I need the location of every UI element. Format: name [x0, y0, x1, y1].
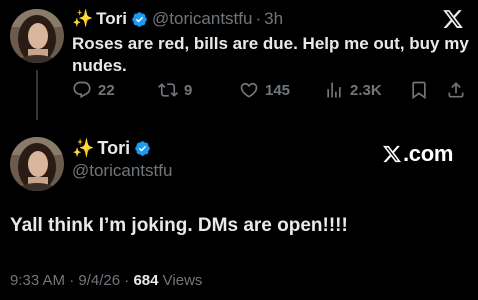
- x-logo-icon: [383, 145, 402, 163]
- x-logo-icon: [443, 10, 463, 28]
- tweet-footer: 9:33 AM · 9/4/26 · 684 Views: [10, 272, 202, 289]
- reply-icon: [73, 81, 91, 99]
- sparkle-emoji: ✨: [72, 138, 95, 158]
- bookmark-icon: [412, 81, 426, 100]
- thread-line: [36, 70, 38, 120]
- separator-dot: ·: [124, 272, 130, 289]
- sparkle-emoji: ✨: [72, 9, 94, 28]
- avatar[interactable]: [10, 137, 64, 191]
- views-count: 684: [133, 272, 159, 289]
- reply-button[interactable]: 22: [72, 80, 115, 100]
- action-bar: 22 9 145 2.3K: [72, 80, 468, 102]
- x-com-watermark: .com: [382, 141, 453, 167]
- like-icon: [240, 82, 258, 98]
- handle[interactable]: @toricantstfu: [72, 161, 172, 181]
- separator-dot: ·: [255, 9, 262, 28]
- post-date[interactable]: 9/4/26: [78, 272, 120, 289]
- brand-suffix: .com: [403, 141, 454, 166]
- share-icon: [448, 82, 464, 98]
- tweet2-display-name-row: ✨ Tori: [72, 138, 155, 159]
- verified-badge-icon: [135, 141, 150, 156]
- handle[interactable]: @toricantstfu: [152, 9, 252, 29]
- timestamp[interactable]: 3h: [264, 9, 283, 29]
- tweet-text: Roses are red, bills are due. Help me ou…: [72, 34, 469, 75]
- separator-dot: ·: [69, 272, 75, 289]
- repost-icon: [158, 83, 178, 97]
- repost-count: 9: [184, 81, 193, 99]
- like-button[interactable]: 145: [239, 80, 290, 100]
- tweet-text: Yall think I’m joking. DMs are open!!!!: [10, 215, 348, 236]
- tweet1-header: ✨ Tori @toricantstfu · 3h: [72, 9, 283, 29]
- views-button[interactable]: 2.3K: [324, 80, 382, 100]
- bookmark-button[interactable]: [409, 80, 435, 100]
- avatar[interactable]: [10, 9, 64, 63]
- views-label: Views: [162, 272, 203, 289]
- display-name[interactable]: Tori: [97, 138, 130, 159]
- like-count: 145: [265, 81, 291, 99]
- reply-count: 22: [98, 81, 115, 99]
- repost-button[interactable]: 9: [158, 80, 192, 100]
- share-button[interactable]: [446, 80, 472, 100]
- post-time[interactable]: 9:33 AM: [10, 272, 65, 289]
- views-icon: [327, 82, 341, 98]
- display-name[interactable]: Tori: [96, 9, 127, 29]
- verified-badge-icon: [132, 11, 147, 27]
- views-count: 2.3K: [350, 81, 382, 99]
